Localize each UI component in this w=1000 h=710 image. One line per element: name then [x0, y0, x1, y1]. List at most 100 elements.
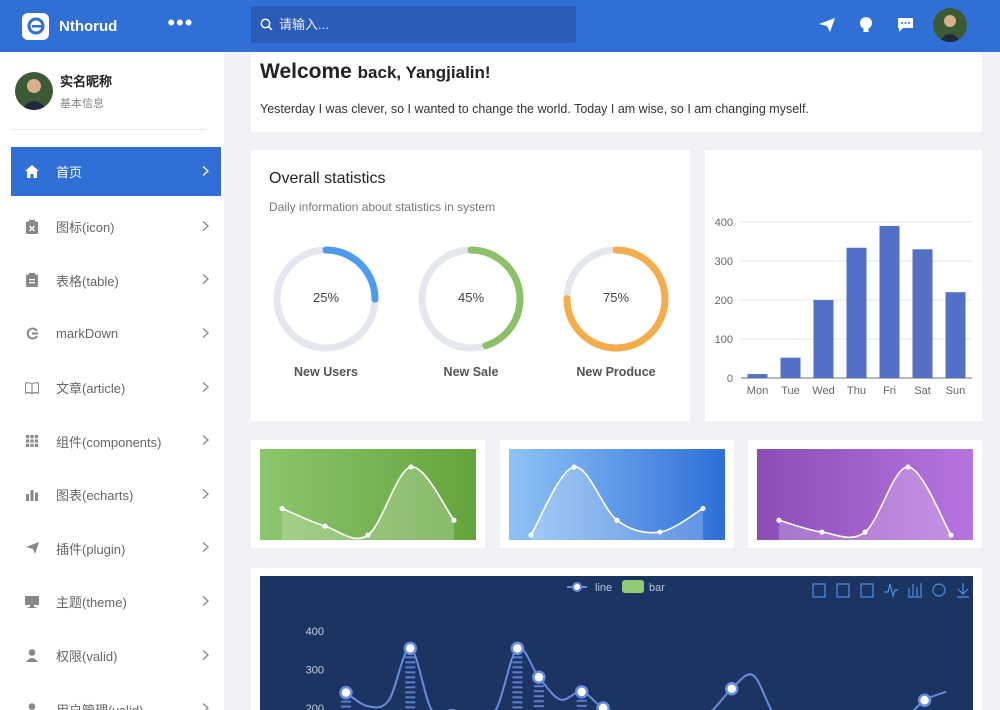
line-point: [724, 682, 739, 696]
y-tick-label: 400: [306, 626, 324, 638]
sidebar-item-label: 图表(echarts): [56, 488, 134, 504]
bar-mon: [747, 374, 768, 378]
x-tick-label: Fri: [883, 385, 896, 397]
gauge-new-sale: 45% New Sale: [416, 244, 561, 379]
bar-type-icon[interactable]: [908, 583, 922, 598]
sidebar: 实名昵称 基本信息 首页 图标(icon) 表格(table) markDown…: [0, 52, 224, 710]
mini-point: [700, 505, 706, 512]
chevron-right-icon: [202, 648, 209, 663]
markdown-icon: [24, 326, 40, 342]
line-point: [339, 685, 353, 700]
sidebar-item-article[interactable]: 文章(article): [11, 361, 221, 415]
mini-point: [776, 517, 782, 523]
sidebar-item-icon[interactable]: 图标(icon): [11, 200, 221, 254]
brand-logo-icon: [22, 12, 49, 40]
bar-sat: [912, 249, 933, 378]
mini-chart-card: [500, 440, 734, 548]
legend-line-label[interactable]: line: [595, 582, 612, 594]
user-avatar[interactable]: [933, 8, 967, 42]
search-input[interactable]: [279, 17, 559, 32]
search-bar[interactable]: [251, 6, 576, 43]
app-name: Nthorud: [59, 17, 118, 35]
sidebar-item-plugin[interactable]: 插件(plugin): [11, 522, 221, 576]
chevron-right-icon: [202, 219, 209, 234]
mini-point: [862, 529, 868, 535]
user-icon: [24, 701, 40, 710]
bar-sun: [945, 292, 966, 378]
line-point: [917, 693, 932, 708]
y-tick-label: 100: [715, 334, 733, 346]
sidebar-item-label: 权限(valid): [56, 649, 118, 665]
line-point: [532, 670, 546, 684]
sidebar-item-echarts[interactable]: 图表(echarts): [11, 468, 221, 522]
clipboard-x-icon: [24, 219, 40, 235]
x-tick-label: Wed: [812, 385, 834, 397]
user-icon: [24, 648, 40, 664]
x-tick-label: Sun: [946, 385, 966, 397]
legend-line-marker: [572, 582, 582, 592]
chevron-right-icon: [202, 273, 209, 288]
chevron-right-icon: [202, 164, 209, 179]
gauge-value: 25%: [312, 290, 340, 305]
brand[interactable]: Nthorud •••: [0, 0, 224, 52]
bar-tue: [780, 357, 801, 378]
sidebar-item-label: 主题(theme): [56, 595, 127, 611]
chevron-right-icon: [202, 380, 209, 395]
sidebar-item-label: 图标(icon): [56, 220, 115, 236]
bar-thu: [846, 247, 867, 378]
book-icon: [24, 380, 40, 396]
sidebar-item-label: 用户管理(valid): [56, 700, 143, 710]
crop-icon[interactable]: [812, 583, 826, 598]
statistics-title: Overall statistics: [269, 170, 386, 187]
mini-chart-card: [251, 440, 485, 548]
sidebar-item-valid[interactable]: 权限(valid): [11, 629, 221, 683]
sidebar-item-theme[interactable]: 主题(theme): [11, 575, 221, 629]
lightbulb-icon[interactable]: [855, 14, 877, 36]
x-tick-label: Mon: [747, 385, 768, 397]
mini-point: [528, 532, 534, 538]
mini-point: [819, 529, 825, 535]
line-bar-chart: line bar 200 300 400: [306, 580, 969, 710]
y-tick-label: 300: [715, 256, 733, 268]
weekly-bar-chart: 0 100 200 300 400 Mon Tue Wed Thu Fri Sat Sun: [715, 217, 972, 397]
mini-point: [948, 532, 954, 538]
download-icon[interactable]: [957, 583, 969, 598]
legend-bar-label[interactable]: bar: [649, 582, 665, 594]
chevron-right-icon: [202, 594, 209, 609]
sidebar-item-table[interactable]: 表格(table): [11, 254, 221, 308]
chevron-right-icon: [202, 541, 209, 556]
undo-crop-icon[interactable]: [836, 583, 850, 598]
message-icon[interactable]: [894, 14, 916, 36]
bar-mark: [576, 699, 587, 710]
x-tick-label: Sat: [914, 385, 931, 397]
bar-mark: [533, 685, 544, 708]
y-tick-label: 200: [715, 295, 733, 307]
line-type-icon[interactable]: [884, 583, 898, 599]
chevron-right-icon: [202, 434, 209, 449]
gauges: 25% New Users 45% New Sale 75% New Produce: [271, 244, 706, 379]
send-icon[interactable]: [816, 14, 838, 36]
mini-point: [365, 532, 371, 538]
mini-point: [451, 517, 457, 523]
more-icon[interactable]: •••: [167, 12, 193, 34]
sidebar-item-label: 组件(components): [56, 434, 162, 450]
sidebar-item-home[interactable]: 首页: [11, 147, 221, 196]
legend-bar-swatch: [622, 580, 644, 593]
sidebar-item-user-manage[interactable]: 用户管理(valid): [11, 682, 221, 710]
bar-chart-icon: [24, 487, 40, 503]
refresh-icon[interactable]: [932, 583, 946, 597]
bar-fri: [879, 225, 900, 378]
welcome-quote: Yesterday I was clever, so I wanted to c…: [260, 102, 809, 116]
sidebar-menu: 首页 图标(icon) 表格(table) markDown 文章(articl…: [0, 147, 224, 710]
x-tick-label: Tue: [781, 385, 800, 397]
welcome-title: Welcome back, Yangjialin!: [260, 60, 973, 84]
y-tick-label: 400: [715, 217, 733, 229]
chevron-right-icon: [202, 487, 209, 502]
sidebar-item-components[interactable]: 组件(components): [11, 414, 221, 468]
user-profile[interactable]: 实名昵称 基本信息: [0, 52, 224, 129]
sidebar-item-label: 首页: [56, 165, 83, 180]
gauge-new-users: 25% New Users: [271, 244, 416, 379]
data-view-icon[interactable]: [860, 583, 874, 598]
sidebar-item-markdown[interactable]: markDown: [11, 307, 221, 361]
welcome-title-small: back, Yangjialin!: [357, 63, 491, 82]
